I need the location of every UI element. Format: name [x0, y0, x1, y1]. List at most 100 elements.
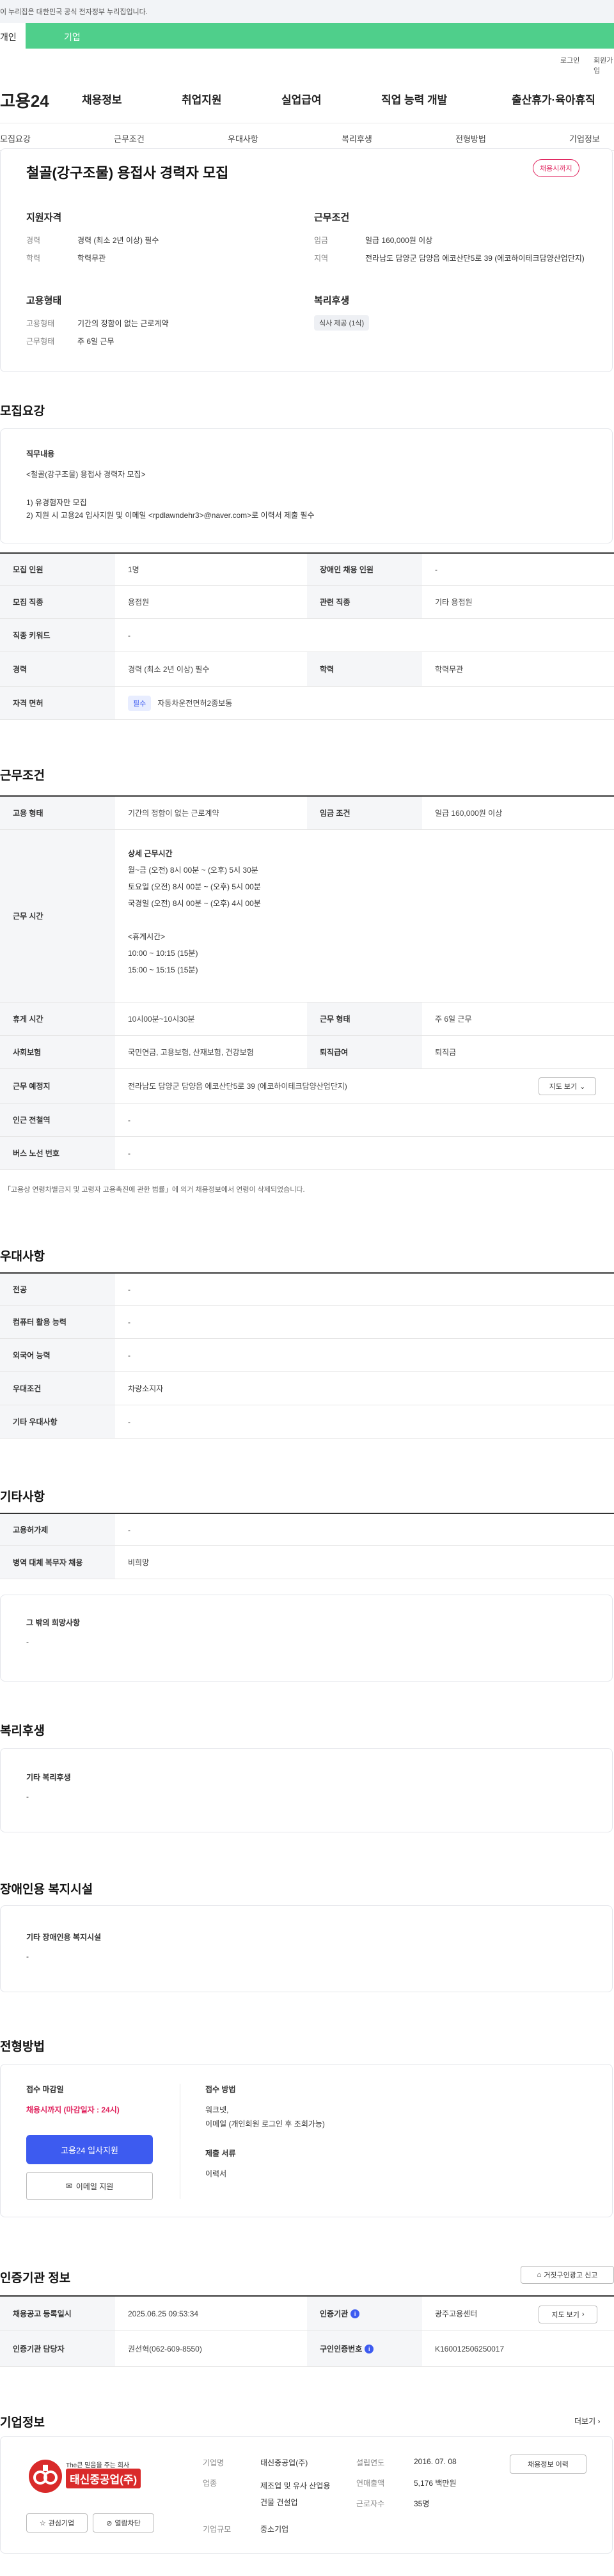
subnav-conditions[interactable]: 근무조건 — [114, 132, 145, 144]
gnb-training[interactable]: 직업 능력 개발 — [381, 91, 447, 107]
table-row: 인증기관 담당자 권선혁(062-609-8550) 구인인증번호 i K160… — [0, 2331, 614, 2367]
qual-value: 학력무관 — [77, 254, 106, 263]
cell-value: 국민연금, 고용보험, 산재보험, 건강보험 — [128, 1048, 254, 1057]
cell-value: 비희망 — [128, 1558, 150, 1567]
chevron-right-icon: › — [581, 2311, 585, 2318]
welfare-section-title: 복리후생 — [0, 1724, 45, 1738]
cell-value: 경력 (최소 2년 이상) 필수 — [128, 665, 210, 674]
interest-label: 관심기업 — [48, 2520, 75, 2527]
employees-value: 35명 — [414, 2499, 430, 2508]
disabled-card: 기타 장애인용 복지시설 - — [0, 1905, 613, 1992]
gnb-leave[interactable]: 출산휴가·육아휴직 — [512, 91, 595, 107]
gnb-unemployment[interactable]: 실업급여 — [281, 91, 322, 107]
info-icon[interactable]: i — [350, 2309, 360, 2318]
welfare-value: - — [26, 1792, 29, 1801]
table-row: 채용공고 등록일시 2025.06.25 09:53:34 인증기관 i 광주고… — [0, 2295, 614, 2331]
table-row: 기타 우대사항 - — [0, 1405, 614, 1439]
cell-value: 전라남도 담양군 담양읍 에코산단5로 39 (에코하이테크담양산업단지) — [128, 1082, 347, 1091]
map-button[interactable]: 지도 보기 ⌄ — [539, 1077, 596, 1095]
agency-map-label: 지도 보기 — [551, 2311, 579, 2319]
method-label: 접수 방법 — [205, 2085, 236, 2094]
login-link[interactable]: 로그인 — [560, 55, 579, 65]
employment-heading: 고용형태 — [26, 295, 62, 306]
cell-key: 고용 형태 — [0, 797, 115, 829]
table-row: 휴게 시간 10시00분~10시30분 근무 형태 주 6일 근무 — [0, 1003, 614, 1036]
cell-value: 광주고용센터 — [435, 2309, 478, 2318]
company-card: The큰 믿음을 주는 회사 태신중공업(주) ☆ 관심기업 ⊘ 열람차단 기업… — [0, 2436, 613, 2554]
cell-key: 직종 키워드 — [0, 619, 115, 652]
subnav-process[interactable]: 전형방법 — [455, 132, 486, 144]
duty-line: 2) 지원 시 고용24 입사지원 및 이메일 <rpdlawndehr3>@n… — [26, 511, 315, 520]
subnav-preferences[interactable]: 우대사항 — [228, 132, 258, 144]
cell-value: 기타 용접원 — [435, 598, 473, 607]
gnb-employment-support[interactable]: 취업지원 — [182, 91, 222, 107]
cond-value: 일급 160,000원 이상 — [365, 236, 433, 245]
deadline-value: 채용시까지 (마감일자 : 24시) — [26, 2105, 120, 2114]
table-row: 컴퓨터 활용 능력 - — [0, 1306, 614, 1339]
cond-label: 임금 — [314, 236, 329, 245]
table-row: 우대조건 차량소지자 — [0, 1372, 614, 1405]
job-summary-card: 철골(강구조물) 용접사 경력자 모집 채용시까지 지원자격 경력 경력 (최소… — [0, 148, 613, 372]
emp-label: 고용형태 — [26, 319, 55, 328]
disabled-value: - — [26, 1952, 29, 1961]
cell-key: 퇴직급여 — [307, 1036, 422, 1068]
chevron-down-icon: ⌄ — [579, 1082, 586, 1091]
cell-key: 사회보험 — [0, 1036, 115, 1068]
disabled-section-title: 장애인용 복지시설 — [0, 1883, 93, 1896]
job-history-button[interactable]: 채용정보 이력 — [510, 2455, 586, 2474]
hours-line: 토요일 (오전) 8시 00분 ~ (오후) 5시 00분 — [128, 882, 261, 891]
cell-key: 경력 — [0, 652, 115, 686]
employees-label: 근로자수 — [356, 2499, 385, 2508]
company-name-value: 태신중공업(주) — [260, 2458, 308, 2467]
interest-company-button[interactable]: ☆ 관심기업 — [26, 2513, 88, 2533]
sales-value: 5,176 백만원 — [414, 2479, 457, 2488]
block-company-button[interactable]: ⊘ 열람차단 — [93, 2513, 154, 2533]
subnav-welfare[interactable]: 복리후생 — [342, 132, 372, 144]
industry-value: 제조업 및 유사 산업용 건물 건설업 — [260, 2481, 331, 2507]
work-section-title: 근무조건 — [0, 769, 45, 783]
signup-link[interactable]: 회원가입 — [594, 55, 614, 75]
report-false-ad-button[interactable]: ⌂ 거짓구인광고 신고 — [521, 2266, 614, 2284]
cell-key: 전공 — [0, 1274, 115, 1305]
cell-value: 10시00분~10시30분 — [128, 1015, 195, 1024]
deadline-badge: 채용시까지 — [533, 159, 579, 177]
subnav-company[interactable]: 기업정보 — [569, 132, 600, 144]
cell-key: 학력 — [307, 652, 422, 686]
site-logo[interactable]: 고용24 — [0, 88, 49, 112]
cond-value: 전라남도 담양군 담양읍 에코산단5로 39 (에코하이테크담양산업단지) — [365, 254, 585, 263]
hours-line: 국경일 (오전) 8시 00분 ~ (오후) 4시 00분 — [128, 899, 261, 908]
cell-key: 인근 전철역 — [0, 1104, 115, 1136]
hours-line: 15:00 ~ 15:15 (15분) — [128, 965, 198, 974]
deadline-label: 접수 마감일 — [26, 2085, 64, 2094]
license-value: 자동차운전면허2종보통 — [157, 699, 233, 708]
welfare-card: 기타 복리후생 - — [0, 1748, 613, 1832]
cell-key: 임금 조건 — [307, 797, 422, 829]
subnav-recruit[interactable]: 모집요강 — [0, 132, 31, 144]
site-tabs: 개인 기업 — [0, 23, 614, 49]
more-label: 더보기 — [574, 2417, 596, 2426]
agency-map-button[interactable]: 지도 보기 › — [539, 2306, 597, 2323]
cell-value: 학력무관 — [435, 665, 464, 674]
cell-value: - — [128, 1350, 130, 1360]
hours-line: 월~금 (오전) 8시 00분 ~ (오후) 5시 30분 — [128, 866, 258, 875]
cell-value: K160012506250017 — [435, 2344, 505, 2354]
gnb-jobs[interactable]: 채용정보 — [82, 91, 122, 107]
chevron-right-icon: › — [597, 2417, 601, 2426]
company-size-value: 중소기업 — [260, 2525, 289, 2534]
tab-personal[interactable]: 개인 — [0, 23, 26, 49]
table-row: 외국어 능력 - — [0, 1339, 614, 1372]
company-size-label: 기업규모 — [203, 2525, 232, 2534]
tab-company[interactable]: 기업 — [64, 31, 81, 43]
email-apply-button[interactable]: ✉ 이메일 지원 — [26, 2172, 153, 2200]
cond-label: 지역 — [314, 254, 329, 263]
hours-line: <휴게시간> — [128, 932, 166, 941]
map-button-label: 지도 보기 — [549, 1083, 578, 1091]
apply-button[interactable]: 고용24 입사지원 — [26, 2135, 153, 2164]
cert-number-key: 구인인증번호 i — [307, 2331, 422, 2366]
cell-value: 주 6일 근무 — [435, 1015, 472, 1024]
info-icon[interactable]: i — [365, 2344, 374, 2354]
cell-value: 권선혁(062-609-8550) — [128, 2345, 202, 2354]
company-more-link[interactable]: 더보기 › — [574, 2416, 600, 2426]
cell-key: 우대조건 — [0, 1372, 115, 1405]
cell-value: 1명 — [128, 565, 139, 574]
